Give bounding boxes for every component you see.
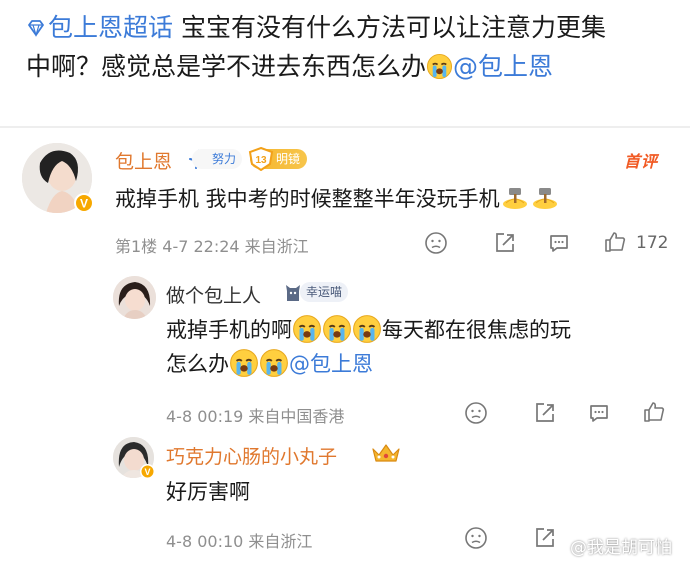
effort-badge-label: 努力 xyxy=(212,152,237,166)
crying-emoji-icon xyxy=(260,349,288,377)
share-icon[interactable] xyxy=(533,401,557,425)
crown-icon xyxy=(372,444,400,462)
post-text-line1: 宝宝有没有什么方法可以让注意力更集 xyxy=(173,13,606,42)
like-icon[interactable] xyxy=(642,400,666,424)
diamond-icon xyxy=(28,20,44,38)
verified-badge-icon: V xyxy=(140,464,155,479)
effort-badge: 努力 xyxy=(192,149,243,169)
like-count: 172 xyxy=(636,233,669,253)
comment-text: 戒掉手机 我中考的时候整整半年没玩手机 xyxy=(115,182,560,216)
comment-username[interactable]: 包上恩 xyxy=(115,147,172,174)
reply-text: 戒掉手机的啊 每天都在很焦虑的玩 怎么办 @包上恩 xyxy=(166,313,571,381)
svg-text:V: V xyxy=(80,197,88,211)
supertopic-link[interactable]: 包上恩超话 xyxy=(26,13,173,42)
crying-emoji-icon xyxy=(323,315,351,343)
dislike-icon[interactable] xyxy=(464,526,488,550)
share-icon[interactable] xyxy=(533,526,557,550)
watermark: @我是胡可怕 xyxy=(570,533,672,558)
hammer-emoji-icon xyxy=(502,188,527,209)
post-body: 包上恩超话 宝宝有没有什么方法可以让注意力更集 中啊？感觉总是学不进去东西怎么办… xyxy=(26,8,666,86)
comment-icon[interactable] xyxy=(587,401,611,425)
hammer-emoji-icon xyxy=(532,188,557,209)
reply-username[interactable]: 做个包上人 xyxy=(166,281,261,308)
like-icon[interactable] xyxy=(603,230,627,254)
reply-meta: 4-8 00:19 来自中国香港 xyxy=(166,407,345,426)
level-number: 13 xyxy=(255,155,267,166)
level-shield-icon: 13 xyxy=(248,147,274,171)
reply-username[interactable]: 巧克力心肠的小丸子 xyxy=(166,442,337,469)
post-mention-link[interactable]: @包上恩 xyxy=(453,52,553,81)
dislike-icon[interactable] xyxy=(424,231,448,255)
post-text-line2: 中啊？感觉总是学不进去东西怎么办 xyxy=(26,52,427,81)
comment-text-body: 戒掉手机 我中考的时候整整半年没玩手机 xyxy=(115,187,500,211)
lucky-cat-badge-label: 幸运喵 xyxy=(306,285,343,299)
reply-text-line2: 怎么办 xyxy=(166,352,229,376)
first-comment-tag: 首评 xyxy=(624,152,659,171)
reply-meta: 4-8 00:10 来自浙江 xyxy=(166,532,313,551)
crying-emoji-icon xyxy=(353,315,381,343)
svg-text:V: V xyxy=(144,467,150,477)
reply-text: 好厉害啊 xyxy=(166,480,250,504)
verified-badge-icon: V xyxy=(74,193,94,213)
lucky-cat-badge: 幸运喵 xyxy=(300,282,349,302)
crying-emoji-icon xyxy=(230,349,258,377)
share-icon[interactable] xyxy=(493,231,517,255)
reply-mention-link[interactable]: @包上恩 xyxy=(289,352,373,376)
avatar[interactable] xyxy=(113,276,156,319)
comment-meta: 第1楼 4-7 22:24 来自浙江 xyxy=(115,237,309,256)
crying-emoji-icon xyxy=(293,315,321,343)
section-divider xyxy=(0,126,690,128)
crying-emoji-icon xyxy=(426,53,453,80)
reply-text-line1: 戒掉手机的啊 xyxy=(166,318,292,342)
level-badge-label: 明镜 xyxy=(276,152,301,166)
watermark-text: @我是胡可怕 xyxy=(570,538,672,558)
reply-text-line1-tail: 每天都在很焦虑的玩 xyxy=(382,318,571,342)
supertopic-label[interactable]: 包上恩超话 xyxy=(48,13,173,42)
avatar-photo xyxy=(113,276,156,319)
dislike-icon[interactable] xyxy=(464,401,488,425)
comment-icon[interactable] xyxy=(547,231,571,255)
